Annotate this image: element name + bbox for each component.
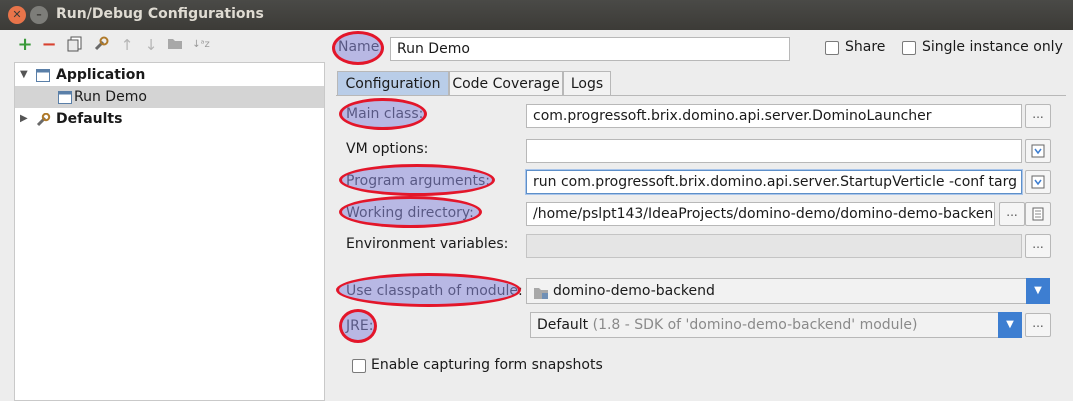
document-icon xyxy=(1032,207,1044,221)
tab-code-coverage[interactable]: Code Coverage xyxy=(449,71,563,96)
jre-select[interactable]: Default (1.8 - SDK of 'domino-demo-backe… xyxy=(530,312,1022,338)
main-class-browse-button[interactable]: ... xyxy=(1025,104,1051,128)
move-down-icon[interactable]: ↓ xyxy=(142,36,160,54)
copy-icon[interactable] xyxy=(66,36,84,54)
program-arguments-expand-button[interactable] xyxy=(1025,170,1051,194)
title-bar: ✕ – Run/Debug Configurations xyxy=(0,0,1073,30)
classpath-module-value: domino-demo-backend xyxy=(553,283,715,299)
environment-variables-label: Environment variables: xyxy=(346,236,509,252)
module-folder-icon xyxy=(533,284,549,308)
config-form-panel: Name: Run Demo Share Single instance onl… xyxy=(328,30,1073,401)
vm-options-label: VM options: xyxy=(346,141,429,157)
minimize-window-button[interactable]: – xyxy=(30,6,48,24)
tree-item-label: Application xyxy=(56,67,146,83)
tree-item-run-demo[interactable]: Run Demo xyxy=(15,86,324,108)
main-class-label: Main class: xyxy=(346,106,424,122)
chevron-down-icon[interactable]: ▼ xyxy=(1026,278,1050,304)
name-label: Name: xyxy=(338,39,385,55)
move-up-icon[interactable]: ↑ xyxy=(118,36,136,54)
sort-icon[interactable]: ↓ᵃz xyxy=(192,36,210,54)
program-arguments-label: Program arguments: xyxy=(346,173,490,189)
expand-icon xyxy=(1031,144,1045,158)
config-tree: ▼ Application Run Demo ▶ Defaults xyxy=(14,62,325,401)
tab-divider xyxy=(336,95,1066,96)
vm-options-input[interactable] xyxy=(526,139,1022,163)
left-panel: + − ↑ ↓ ↓ᵃz ▼ Application Run Demo ▶ Def… xyxy=(0,30,325,401)
expand-icon xyxy=(1031,175,1045,189)
add-icon[interactable]: + xyxy=(16,36,34,54)
single-instance-label: Single instance only xyxy=(922,39,1063,55)
collapsed-arrow-icon[interactable]: ▶ xyxy=(20,108,28,130)
jre-hint: (1.8 - SDK of 'domino-demo-backend' modu… xyxy=(592,317,918,333)
folder-icon[interactable] xyxy=(166,36,184,54)
application-icon xyxy=(58,90,73,104)
program-arguments-input[interactable]: run com.progressoft.brix.domino.api.serv… xyxy=(526,170,1022,194)
config-toolbar: + − ↑ ↓ ↓ᵃz xyxy=(0,30,325,60)
application-icon xyxy=(36,68,51,82)
tree-item-defaults[interactable]: ▶ Defaults xyxy=(15,108,324,130)
main-class-input[interactable]: com.progressoft.brix.domino.api.server.D… xyxy=(526,104,1022,128)
share-checkbox[interactable] xyxy=(825,41,839,55)
vm-options-expand-button[interactable] xyxy=(1025,139,1051,163)
tab-configuration[interactable]: Configuration xyxy=(337,71,449,96)
name-input[interactable]: Run Demo xyxy=(390,37,790,61)
share-label: Share xyxy=(845,39,886,55)
working-directory-input[interactable]: /home/pslpt143/IdeaProjects/domino-demo/… xyxy=(526,202,995,226)
jre-browse-button[interactable]: ... xyxy=(1025,313,1051,337)
classpath-module-label: Use classpath of module: xyxy=(346,283,523,299)
tree-item-application[interactable]: ▼ Application xyxy=(15,64,324,86)
environment-variables-input[interactable] xyxy=(526,234,1022,258)
jre-label: JRE: xyxy=(346,318,374,334)
wrench-icon[interactable] xyxy=(92,36,110,54)
jre-value: Default xyxy=(537,317,589,333)
tree-item-label: Run Demo xyxy=(74,89,147,105)
single-instance-checkbox[interactable] xyxy=(902,41,916,55)
tab-logs[interactable]: Logs xyxy=(563,71,611,96)
tree-item-label: Defaults xyxy=(56,111,123,127)
remove-icon[interactable]: − xyxy=(40,36,58,54)
working-directory-label: Working directory: xyxy=(346,205,474,221)
classpath-module-select[interactable]: domino-demo-backend ▼ xyxy=(526,278,1050,304)
close-window-button[interactable]: ✕ xyxy=(8,6,26,24)
working-directory-macro-button[interactable] xyxy=(1025,202,1051,226)
wrench-icon xyxy=(36,112,51,127)
chevron-down-icon[interactable]: ▼ xyxy=(998,312,1022,338)
window-title: Run/Debug Configurations xyxy=(56,6,264,22)
expanded-arrow-icon[interactable]: ▼ xyxy=(20,64,28,86)
working-directory-browse-button[interactable]: ... xyxy=(999,202,1025,226)
snapshots-label: Enable capturing form snapshots xyxy=(371,357,603,373)
environment-variables-browse-button[interactable]: ... xyxy=(1025,234,1051,258)
snapshots-checkbox[interactable] xyxy=(352,359,366,373)
